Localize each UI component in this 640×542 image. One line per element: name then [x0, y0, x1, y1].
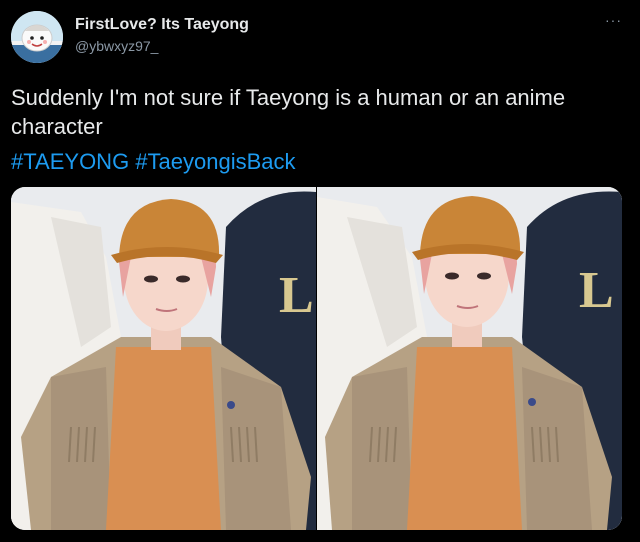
display-name[interactable]: FirstLove? Its Taeyong: [75, 15, 249, 35]
hashtags: #TAEYONG #TaeyongisBack: [11, 147, 296, 176]
photo-image: L: [317, 187, 622, 530]
photo-left[interactable]: L: [11, 187, 316, 530]
tweet: FirstLove? Its Taeyong @ybwxyz97_ ··· Su…: [0, 0, 640, 542]
avatar[interactable]: [11, 11, 63, 63]
more-options-button[interactable]: ···: [605, 12, 622, 28]
author-info: FirstLove? Its Taeyong @ybwxyz97_: [75, 15, 249, 55]
media-grid[interactable]: L L: [11, 187, 622, 530]
avatar-image: [11, 11, 63, 63]
tweet-text: Suddenly I'm not sure if Taeyong is a hu…: [11, 85, 566, 139]
hashtag-link[interactable]: #TaeyongisBack: [135, 149, 295, 174]
photo-right[interactable]: L: [317, 187, 622, 530]
hashtag-link[interactable]: #TAEYONG: [11, 149, 129, 174]
hoodie-letter: L: [579, 262, 614, 319]
more-icon: ···: [605, 12, 622, 28]
photo-image: L: [11, 187, 316, 530]
hoodie-letter: L: [279, 267, 314, 324]
handle[interactable]: @ybwxyz97_: [75, 37, 249, 55]
